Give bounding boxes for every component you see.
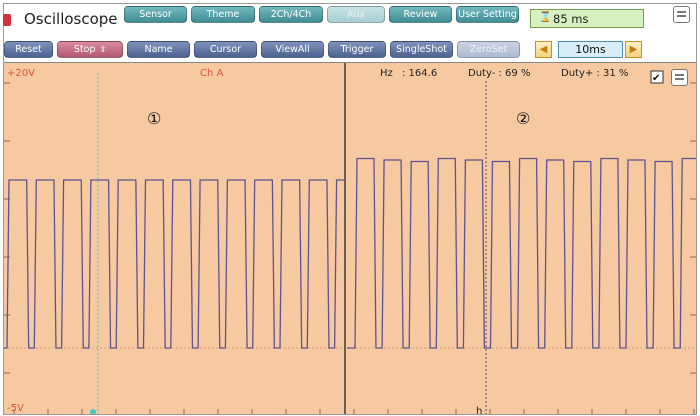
stop-button[interactable]: Stop ⇕ <box>57 41 123 58</box>
trigger-button[interactable]: Trigger <box>328 41 386 58</box>
hourglass-icon: ⌛ <box>539 12 552 23</box>
cursor-button[interactable]: Cursor <box>194 41 257 58</box>
scope-menu-icon[interactable] <box>671 69 688 86</box>
scope-screen[interactable]: +20V -5V Ch A Hz : 164.6 Duty- : 69 % Du… <box>4 63 696 414</box>
aux-button[interactable]: Aux <box>327 6 385 23</box>
marker-two: ② <box>516 109 530 128</box>
app-title: Oscilloscope <box>24 10 118 28</box>
channel-mode-button[interactable]: 2Ch/4Ch <box>259 6 323 23</box>
frequency-label: Hz <box>380 68 393 79</box>
timer-value: 85 ms <box>553 11 589 26</box>
timebase-prev-button[interactable]: ◀ <box>535 41 552 58</box>
oscilloscope-window: Oscilloscope Sensor Theme 2Ch/4Ch Aux Re… <box>3 3 697 415</box>
app-logo-icon <box>3 14 11 26</box>
marker-one: ① <box>147 109 161 128</box>
singleshot-button[interactable]: SingleShot <box>390 41 453 58</box>
name-button[interactable]: Name <box>127 41 190 58</box>
channel-label: Ch A <box>200 68 223 79</box>
stop-label: Stop <box>73 44 96 55</box>
waveform-display[interactable]: +20V -5V Ch A Hz : 164.6 Duty- : 69 % Du… <box>4 63 696 414</box>
zeroset-button[interactable]: ZeroSet <box>457 41 520 58</box>
timebase-next-button[interactable]: ▶ <box>625 41 642 58</box>
frequency-value: : 164.6 <box>402 68 437 79</box>
reset-button[interactable]: Reset <box>4 41 53 58</box>
viewall-button[interactable]: ViewAll <box>261 41 324 58</box>
sensor-button[interactable]: Sensor <box>124 6 187 23</box>
timebase-display: 10ms <box>558 41 623 58</box>
theme-button[interactable]: Theme <box>191 6 255 23</box>
checkbox-check-icon: ✔ <box>652 73 660 84</box>
voltage-min-label: -5V <box>7 403 24 414</box>
toolbar-area: Oscilloscope Sensor Theme 2Ch/4Ch Aux Re… <box>3 4 696 63</box>
up-down-arrows-icon: ⇕ <box>99 45 107 54</box>
review-button[interactable]: Review <box>389 6 452 23</box>
cursor-h-label: h <box>476 406 482 414</box>
timer-display: ⌛ 85 ms <box>530 9 644 28</box>
voltage-max-label: +20V <box>7 68 35 79</box>
window-menu-icon[interactable] <box>673 6 690 23</box>
duty-minus-readout: Duty- : 69 % <box>468 68 530 79</box>
duty-plus-readout: Duty+ : 31 % <box>561 68 628 79</box>
user-setting-button[interactable]: User Setting <box>456 6 519 23</box>
